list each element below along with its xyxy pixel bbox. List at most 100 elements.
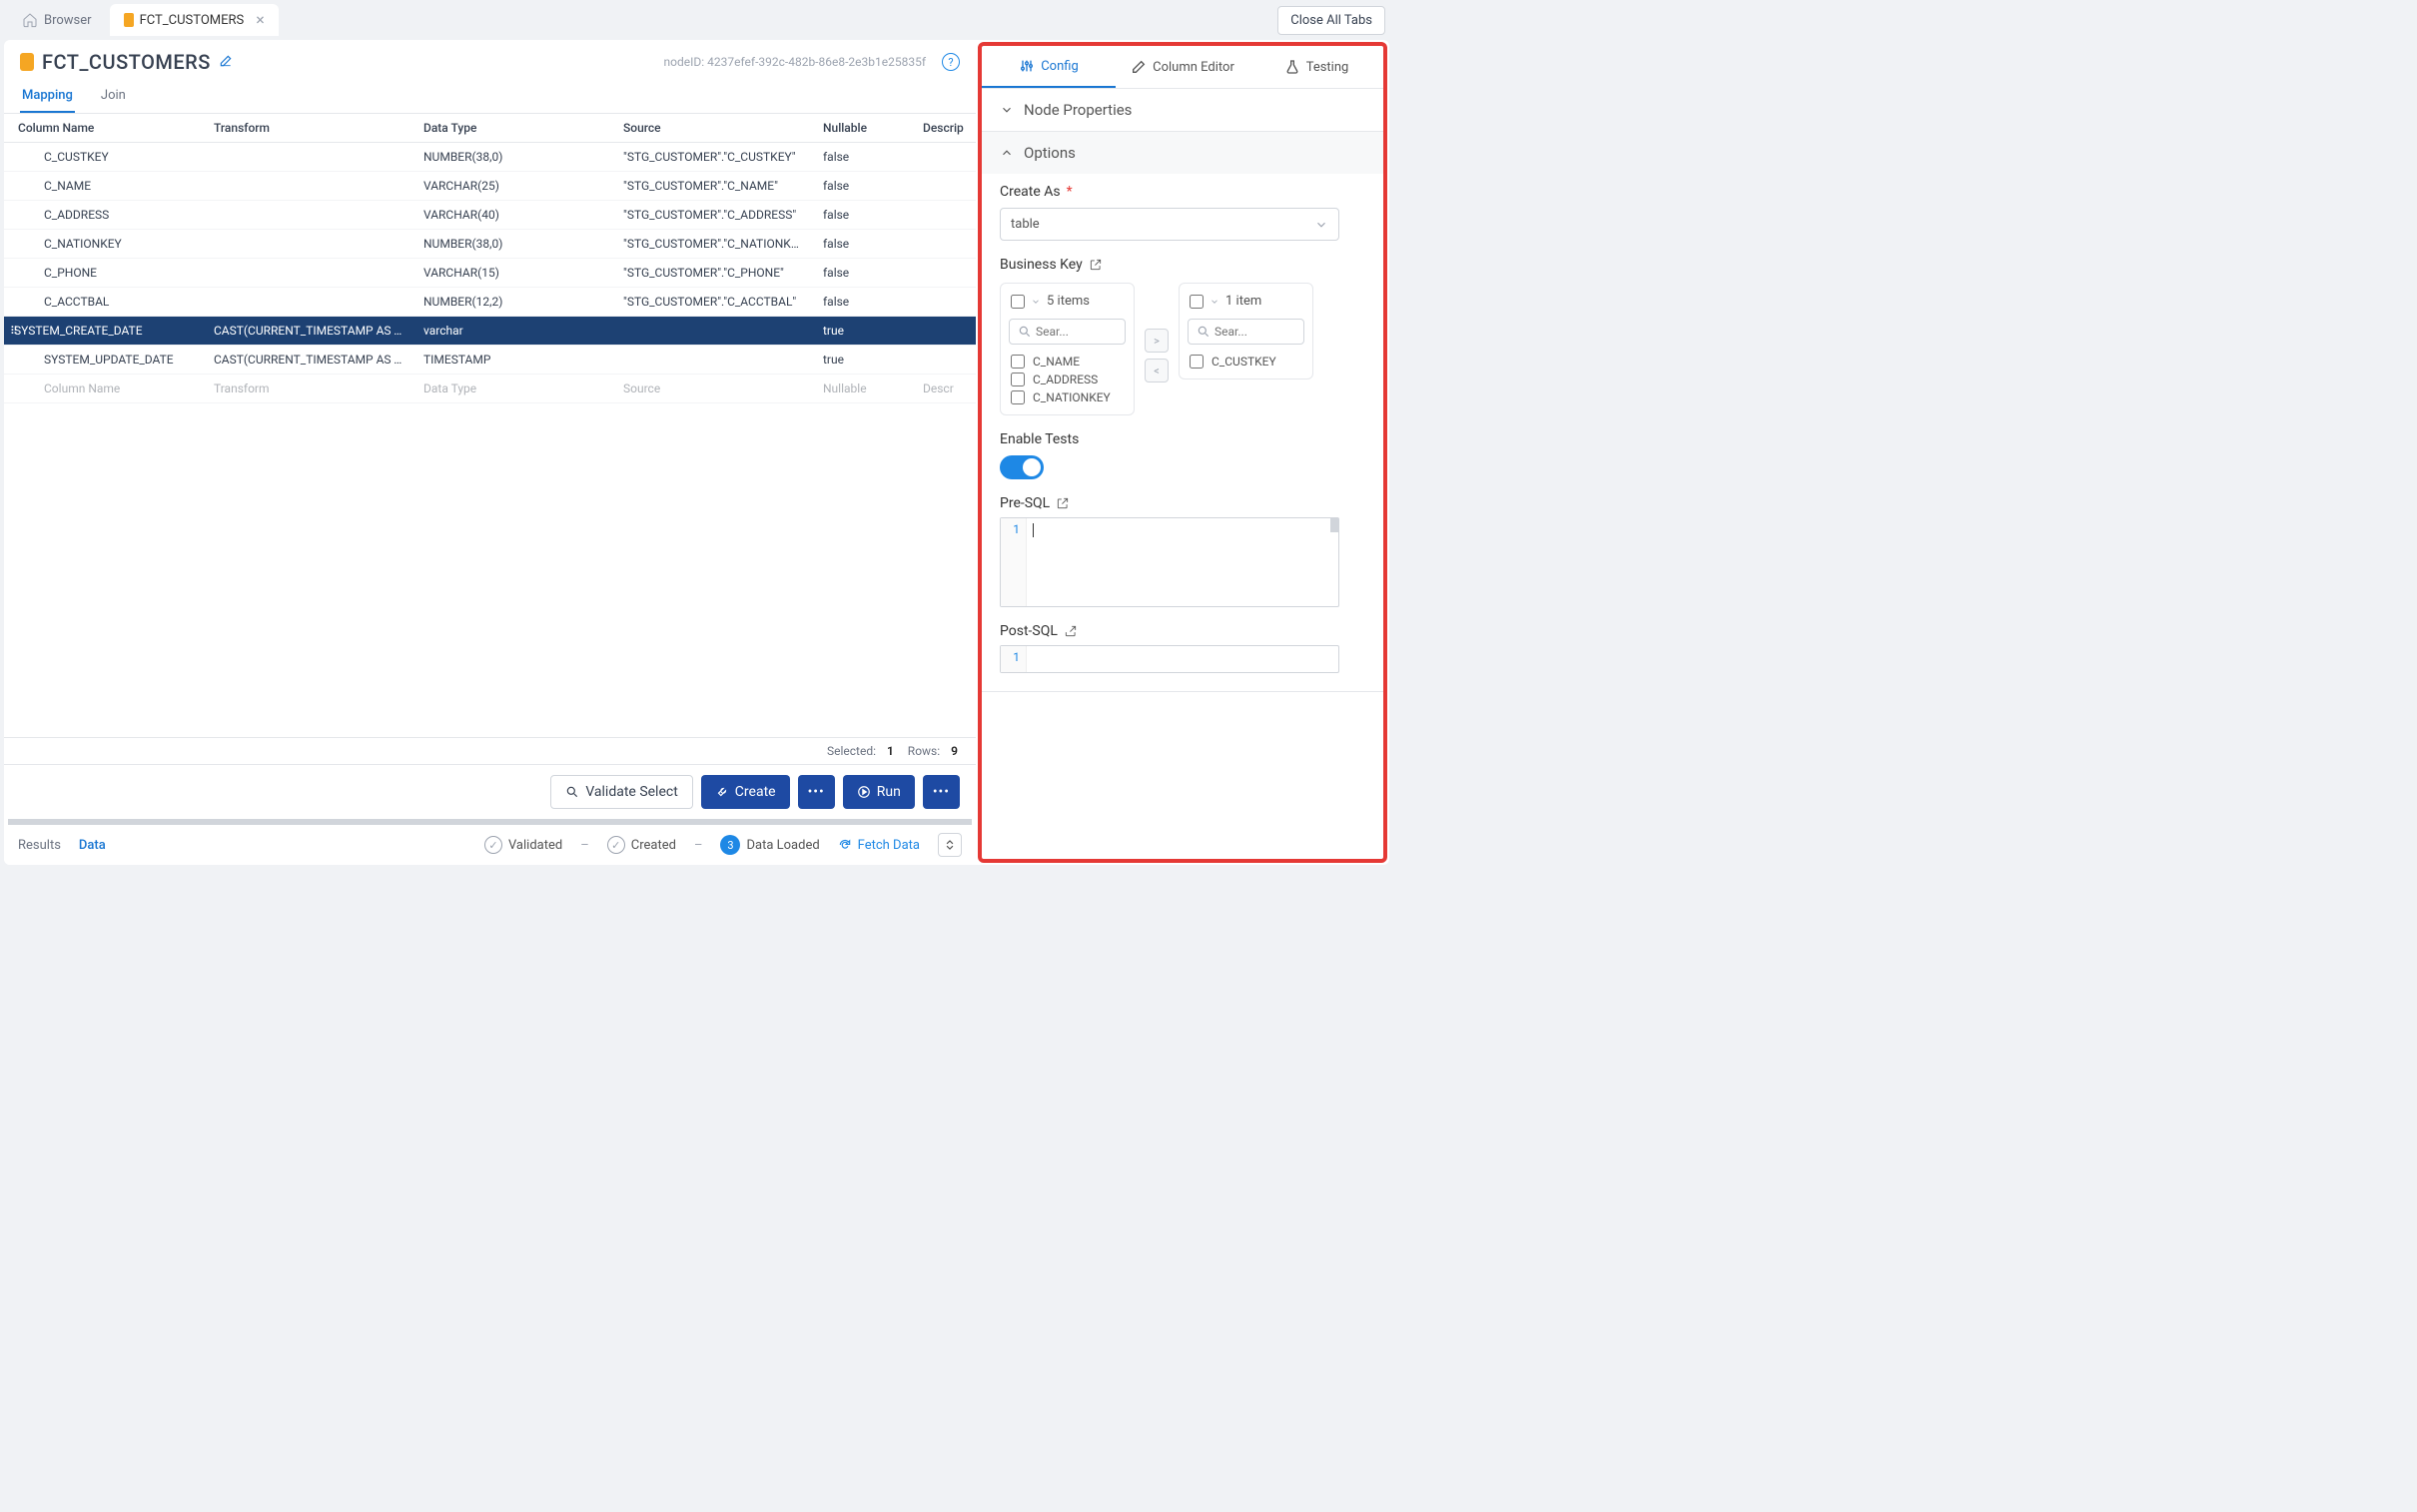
testing-tab[interactable]: Testing — [1249, 46, 1383, 88]
page-header: FCT_CUSTOMERS nodeID: 4237efef-392c-482b… — [4, 40, 976, 80]
search-icon — [565, 785, 579, 799]
list-item-checkbox[interactable] — [1011, 373, 1025, 386]
list-item-checkbox[interactable] — [1011, 355, 1025, 369]
col-header-nullable[interactable]: Nullable — [813, 114, 913, 142]
scrollbar-thumb[interactable] — [1330, 518, 1338, 532]
selected-columns-list: 1 item C_CUSTKEY — [1179, 283, 1313, 379]
chevron-down-icon[interactable] — [1031, 297, 1041, 307]
select-all-selected-checkbox[interactable] — [1190, 295, 1204, 309]
table-row[interactable]: C_NAMEVARCHAR(25)"STG_CUSTOMER"."C_NAME"… — [4, 172, 976, 201]
list-item[interactable]: C_CUSTKEY — [1188, 353, 1304, 371]
list-item[interactable]: C_NAME — [1009, 353, 1126, 371]
refresh-icon — [838, 838, 852, 852]
status-created: ✓ Created — [607, 836, 676, 854]
available-search[interactable] — [1009, 319, 1126, 345]
status-tab-data[interactable]: Data — [79, 838, 106, 853]
create-as-label: Create As* — [1000, 184, 1365, 200]
create-as-select[interactable]: table — [1000, 208, 1339, 241]
select-all-available-checkbox[interactable] — [1011, 295, 1025, 309]
validate-select-button[interactable]: Validate Select — [550, 775, 692, 809]
tab-active-label: FCT_CUSTOMERS — [140, 13, 245, 28]
config-panel: Config Column Editor Testing Node Proper… — [978, 42, 1387, 863]
list-item-checkbox[interactable] — [1011, 390, 1025, 404]
search-icon — [1018, 325, 1032, 339]
top-tab-bar: Browser FCT_CUSTOMERS × Close All Tabs — [0, 0, 1393, 40]
close-all-tabs-button[interactable]: Close All Tabs — [1277, 6, 1385, 35]
chevron-down-icon — [1314, 218, 1328, 232]
tab-fct-customers[interactable]: FCT_CUSTOMERS × — [110, 4, 279, 36]
step-number-badge: 3 — [720, 835, 740, 855]
config-tab[interactable]: Config — [982, 46, 1116, 88]
search-icon — [1197, 325, 1210, 339]
edit-title-icon[interactable] — [219, 53, 233, 72]
list-item[interactable]: C_ADDRESS — [1009, 371, 1126, 388]
external-link-icon[interactable] — [1089, 258, 1103, 272]
list-item-checkbox[interactable] — [1190, 355, 1204, 369]
scrollbar-track[interactable] — [8, 819, 972, 825]
table-row[interactable]: C_CUSTKEYNUMBER(38,0)"STG_CUSTOMER"."C_C… — [4, 143, 976, 172]
pre-sql-label: Pre-SQL — [1000, 495, 1365, 511]
run-more-button[interactable]: ••• — [923, 775, 960, 809]
line-number: 1 — [1001, 518, 1027, 606]
fetch-data-button[interactable]: Fetch Data — [838, 838, 920, 853]
options-section[interactable]: Options — [982, 132, 1383, 174]
col-header-transform[interactable]: Transform — [204, 114, 413, 142]
list-item[interactable]: C_NATIONKEY — [1009, 388, 1126, 406]
tab-browser[interactable]: Browser — [8, 4, 106, 36]
table-row[interactable]: C_PHONEVARCHAR(15)"STG_CUSTOMER"."C_PHON… — [4, 259, 976, 288]
subtab-join[interactable]: Join — [99, 80, 128, 113]
help-icon[interactable]: ? — [942, 53, 960, 71]
external-link-icon[interactable] — [1056, 496, 1070, 510]
chevron-down-icon[interactable] — [1209, 297, 1219, 307]
check-icon: ✓ — [607, 836, 625, 854]
col-header-source[interactable]: Source — [613, 114, 813, 142]
status-validated: ✓ Validated — [484, 836, 562, 854]
close-tab-icon[interactable]: × — [256, 12, 265, 28]
table-row[interactable]: C_NATIONKEYNUMBER(38,0)"STG_CUSTOMER"."C… — [4, 230, 976, 259]
node-properties-section[interactable]: Node Properties — [982, 89, 1383, 131]
col-header-name[interactable]: Column Name — [4, 114, 204, 142]
home-icon — [22, 12, 38, 28]
move-left-button[interactable]: < — [1145, 359, 1169, 382]
move-right-button[interactable]: > — [1145, 329, 1169, 353]
more-icon: ••• — [933, 784, 950, 800]
status-data-loaded: 3 Data Loaded — [720, 835, 819, 855]
subtab-mapping[interactable]: Mapping — [20, 80, 75, 113]
col-header-datatype[interactable]: Data Type — [413, 114, 613, 142]
node-type-icon — [20, 53, 34, 71]
status-tab-results[interactable]: Results — [18, 838, 61, 853]
chevron-up-icon — [1000, 146, 1014, 160]
tab-browser-label: Browser — [44, 13, 92, 28]
available-columns-list: 5 items C_NAMEC_ADDRESSC_NATIONKEY — [1000, 283, 1135, 415]
run-button[interactable]: Run — [843, 775, 915, 809]
new-column-row[interactable]: Column Name Transform Data Type Source N… — [4, 375, 976, 403]
more-icon: ••• — [808, 784, 825, 800]
col-header-description[interactable]: Descrip — [913, 114, 976, 142]
external-link-icon[interactable] — [1064, 624, 1078, 638]
table-row[interactable]: C_ACCTBALNUMBER(12,2)"STG_CUSTOMER"."C_A… — [4, 288, 976, 317]
drag-handle-icon[interactable]: ⠿ — [10, 325, 16, 338]
selected-search-input[interactable] — [1214, 325, 1274, 339]
sliders-icon — [1019, 58, 1035, 74]
node-id: nodeID: 4237efef-392c-482b-86e8-2e3b1e25… — [664, 55, 926, 69]
pencil-icon — [1131, 59, 1147, 75]
column-table-header: Column Name Transform Data Type Source N… — [4, 114, 976, 143]
table-footer: Selected: 1 Rows: 9 — [4, 737, 976, 764]
selected-search[interactable] — [1188, 319, 1304, 345]
post-sql-editor[interactable]: 1 — [1000, 645, 1339, 673]
table-row[interactable]: SYSTEM_UPDATE_DATECAST(CURRENT_TIMESTAMP… — [4, 346, 976, 375]
business-key-label: Business Key — [1000, 257, 1365, 273]
enable-tests-toggle[interactable] — [1000, 455, 1044, 479]
table-row[interactable]: ⠿SYSTEM_CREATE_DATECAST(CURRENT_TIMESTAM… — [4, 317, 976, 346]
node-type-icon — [124, 13, 134, 27]
create-more-button[interactable]: ••• — [798, 775, 835, 809]
pre-sql-editor[interactable]: 1 — [1000, 517, 1339, 607]
page-title: FCT_CUSTOMERS — [42, 50, 211, 74]
expand-panel-toggle[interactable] — [938, 833, 962, 857]
table-row[interactable]: C_ADDRESSVARCHAR(40)"STG_CUSTOMER"."C_AD… — [4, 201, 976, 230]
check-icon: ✓ — [484, 836, 502, 854]
column-editor-tab[interactable]: Column Editor — [1116, 46, 1249, 88]
create-button[interactable]: Create — [701, 775, 790, 809]
available-search-input[interactable] — [1036, 325, 1096, 339]
play-icon — [857, 785, 871, 799]
